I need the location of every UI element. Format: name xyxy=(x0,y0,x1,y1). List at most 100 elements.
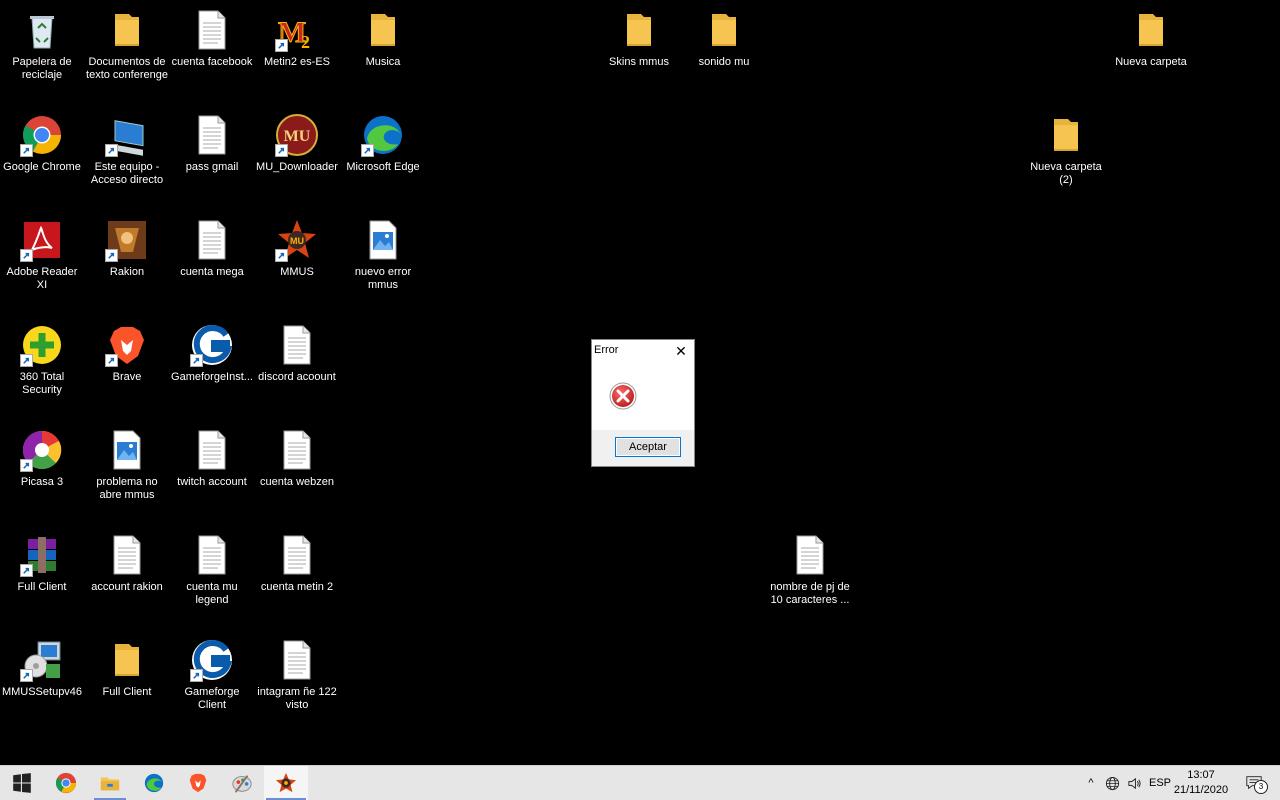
tray-chevron-icon[interactable]: ^ xyxy=(1082,766,1100,800)
shortcut-arrow-icon xyxy=(20,459,33,472)
desktop-icon[interactable]: problema no abre mmus xyxy=(85,424,169,524)
volume-icon[interactable] xyxy=(1124,766,1144,800)
desktop-icon-label: twitch account xyxy=(177,476,247,488)
desktop-icon[interactable]: MU MMUS xyxy=(255,214,339,314)
paint-taskbar-icon[interactable] xyxy=(220,766,264,800)
desktop-icon[interactable]: Full Client xyxy=(85,634,169,734)
dialog-close-button[interactable]: ✕ xyxy=(672,342,690,360)
desktop-icon-label: Full Client xyxy=(102,686,152,698)
chrome-taskbar-icon[interactable] xyxy=(44,766,88,800)
desktop-icon-label: Papelera de reciclaje xyxy=(12,56,72,81)
desktop-icon-label: Documentos de texto conferenge xyxy=(86,56,168,81)
clock-time: 13:07 xyxy=(1187,769,1215,781)
desktop-icon-label: Adobe Reader XI xyxy=(6,266,78,291)
svg-text:MU: MU xyxy=(284,128,311,145)
desktop-icon-label: Musica xyxy=(365,56,401,68)
desktop-icon[interactable]: sonido mu xyxy=(682,4,766,104)
desktop-icon-label: cuenta mu legend xyxy=(186,581,238,606)
file-explorer-taskbar-icon[interactable] xyxy=(88,766,132,800)
desktop-icon[interactable]: 360 Total Security xyxy=(0,319,84,419)
desktop-icon[interactable]: Nueva carpeta xyxy=(1109,4,1193,104)
desktop-icon[interactable]: account rakion xyxy=(85,529,169,629)
shortcut-arrow-icon xyxy=(20,669,33,682)
desktop-icon[interactable]: discord acoount xyxy=(255,319,339,419)
error-dialog: Error ✕ Aceptar xyxy=(591,339,695,467)
desktop-icon[interactable]: Microsoft Edge xyxy=(341,109,425,209)
shortcut-arrow-icon xyxy=(105,354,118,367)
edge-icon xyxy=(361,113,405,157)
desktop-icon[interactable]: Skins mmus xyxy=(597,4,681,104)
notification-center-icon[interactable]: 3 xyxy=(1240,766,1268,800)
folder-icon xyxy=(105,8,149,52)
desktop-icon-label: Google Chrome xyxy=(3,161,81,173)
text-file-icon xyxy=(190,533,234,577)
shortcut-arrow-icon xyxy=(361,144,374,157)
mu-downloader-icon: MU xyxy=(275,113,319,157)
desktop-icon[interactable]: Papelera de reciclaje xyxy=(0,4,84,104)
desktop-icon-label: sonido mu xyxy=(698,56,750,68)
desktop-icon[interactable]: nombre de pj de 10 caracteres ... xyxy=(768,529,852,629)
desktop-icon[interactable]: Adobe Reader XI xyxy=(0,214,84,314)
mmus-icon: MU xyxy=(275,218,319,262)
shortcut-arrow-icon xyxy=(105,249,118,262)
desktop-icon[interactable]: GameforgeInst... xyxy=(170,319,254,419)
desktop-icon-label: account rakion xyxy=(91,581,163,593)
desktop-icon-label: cuenta metin 2 xyxy=(260,581,334,593)
clock-date: 21/11/2020 xyxy=(1173,784,1229,796)
desktop-icon[interactable]: cuenta webzen xyxy=(255,424,339,524)
desktop-icon-label: discord acoount xyxy=(258,371,336,383)
desktop-icon[interactable]: M 2 Metin2 es-ES xyxy=(255,4,339,104)
desktop-icon[interactable]: cuenta mu legend xyxy=(170,529,254,629)
desktop-icon[interactable]: Nueva carpeta (2) xyxy=(1024,109,1108,209)
image-file-icon xyxy=(361,218,405,262)
desktop-icon[interactable]: Gameforge Client xyxy=(170,634,254,734)
error-icon xyxy=(609,382,637,410)
desktop-icon-label: cuenta webzen xyxy=(260,476,334,488)
desktop-icon[interactable]: Picasa 3 xyxy=(0,424,84,524)
desktop-icon-label: Este equipo - Acceso directo xyxy=(90,161,164,186)
desktop-icon[interactable]: Este equipo - Acceso directo xyxy=(85,109,169,209)
text-file-icon xyxy=(105,533,149,577)
text-file-icon xyxy=(190,113,234,157)
desktop-icon[interactable]: Google Chrome xyxy=(0,109,84,209)
folder-icon xyxy=(361,8,405,52)
gameforge-icon xyxy=(190,323,234,367)
chrome-icon xyxy=(20,113,64,157)
desktop-icon-label: nombre de pj de 10 caracteres ... xyxy=(770,581,850,606)
desktop-icon[interactable]: Rakion xyxy=(85,214,169,314)
desktop-icon[interactable]: MU MU_Downloader xyxy=(255,109,339,209)
picasa-icon xyxy=(20,428,64,472)
desktop-icon[interactable]: Documentos de texto conferenge xyxy=(85,4,169,104)
desktop-icon[interactable]: Musica xyxy=(341,4,425,104)
desktop-icon[interactable]: pass gmail xyxy=(170,109,254,209)
desktop-icon[interactable]: cuenta metin 2 xyxy=(255,529,339,629)
desktop-icon[interactable]: cuenta mega xyxy=(170,214,254,314)
recycle-bin-icon xyxy=(20,8,64,52)
desktop-icon[interactable]: Brave xyxy=(85,319,169,419)
desktop-icon[interactable]: cuenta facebook xyxy=(170,4,254,104)
computer-icon xyxy=(105,113,149,157)
rakion-icon xyxy=(105,218,149,262)
desktop-icon[interactable]: twitch account xyxy=(170,424,254,524)
brave-icon xyxy=(105,323,149,367)
desktop-icon[interactable]: Full Client xyxy=(0,529,84,629)
desktop-icon[interactable]: nuevo error mmus xyxy=(341,214,425,314)
desktop-icon-label: MU_Downloader xyxy=(256,161,338,173)
folder-icon xyxy=(105,638,149,682)
shortcut-arrow-icon xyxy=(20,144,33,157)
desktop-icon-label: GameforgeInst... xyxy=(171,371,253,383)
mmus-taskbar-icon[interactable] xyxy=(264,766,308,800)
folder-icon xyxy=(1129,8,1173,52)
desktop-icon[interactable]: intagram ñe 122 visto xyxy=(255,634,339,734)
desktop-icon[interactable]: MMUSSetupv46 xyxy=(0,634,84,734)
image-file-icon xyxy=(105,428,149,472)
accept-button[interactable]: Aceptar xyxy=(615,437,681,457)
desktop-icon-label: Gameforge Client xyxy=(184,686,240,711)
desktop-icon-label: Skins mmus xyxy=(609,56,669,68)
brave-taskbar-icon[interactable] xyxy=(176,766,220,800)
winrar-icon xyxy=(20,533,64,577)
edge-taskbar-icon[interactable] xyxy=(132,766,176,800)
network-globe-icon[interactable] xyxy=(1102,766,1122,800)
taskbar-clock[interactable]: 13:07 21/11/2020 xyxy=(1170,768,1232,798)
windows-start-icon[interactable] xyxy=(0,766,44,800)
